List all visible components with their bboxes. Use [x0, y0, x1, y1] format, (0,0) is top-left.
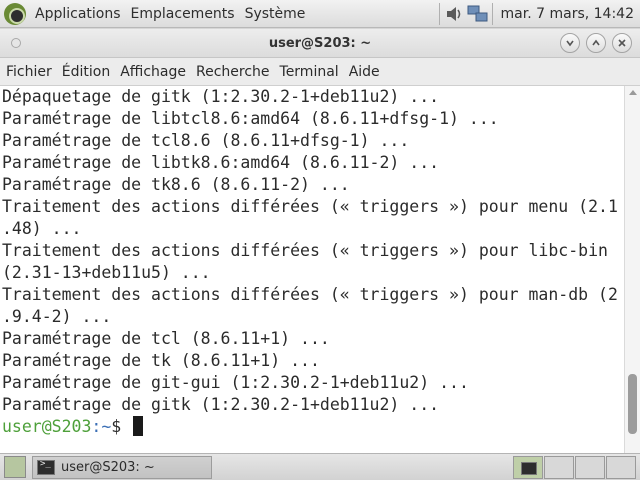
terminal-line: Paramétrage de tcl8.6 (8.6.11+dfsg-1) ..…: [2, 131, 410, 150]
tray-separator: [491, 2, 493, 25]
scrollbar-thumb[interactable]: [628, 374, 637, 434]
prompt-user: user@S203: [2, 417, 92, 436]
close-icon: [618, 39, 626, 47]
system-tray: mar. 7 mars, 14:42: [437, 0, 640, 28]
terminal-line: Traitement des actions différées (« trig…: [2, 285, 618, 304]
terminal-scrollbar[interactable]: [624, 86, 640, 453]
network-icon[interactable]: [466, 2, 490, 26]
terminal-line: .9.4-2) ...: [2, 307, 112, 326]
menu-applications[interactable]: Applications: [30, 6, 126, 22]
terminal-line: Paramétrage de git-gui (1:2.30.2-1+deb11…: [2, 373, 469, 392]
taskbar-item-terminal[interactable]: user@S203: ~: [32, 455, 212, 479]
terminal-line: .48) ...: [2, 219, 82, 238]
clock[interactable]: mar. 7 mars, 14:42: [495, 6, 640, 22]
menu-emplacements[interactable]: Emplacements: [126, 6, 240, 22]
applications-logo-icon[interactable]: [4, 2, 26, 25]
terminal-line: (2.31-13+deb11u5) ...: [2, 263, 211, 282]
menu-systeme[interactable]: Système: [240, 6, 311, 22]
chevron-up-icon: [592, 39, 600, 46]
menu-recherche[interactable]: Recherche: [191, 64, 275, 80]
maximize-button[interactable]: [586, 33, 606, 53]
bottom-panel: user@S203: ~: [0, 453, 640, 480]
terminal-window: user@S203: ~ Fichier Édition Affichage R…: [0, 29, 640, 453]
taskbar-item-label: user@S203: ~: [61, 459, 155, 475]
terminal-output[interactable]: Dépaquetage de gitk (1:2.30.2-1+deb11u2)…: [0, 86, 624, 453]
volume-icon[interactable]: [442, 2, 466, 26]
window-titlebar[interactable]: user@S203: ~: [0, 29, 640, 58]
text-cursor: [133, 416, 144, 436]
menu-fichier[interactable]: Fichier: [1, 64, 57, 80]
terminal-line: Paramétrage de tk8.6 (8.6.11-2) ...: [2, 175, 350, 194]
workspace-3[interactable]: [575, 455, 605, 479]
window-controls: [560, 33, 632, 53]
terminal-line: Traitement des actions différées (« trig…: [2, 197, 618, 216]
window-menubar: Fichier Édition Affichage Recherche Term…: [0, 58, 640, 86]
close-button[interactable]: [612, 33, 632, 53]
menu-affichage[interactable]: Affichage: [115, 64, 191, 80]
minimize-button[interactable]: [560, 33, 580, 53]
menu-edition[interactable]: Édition: [57, 64, 115, 80]
workspace-4[interactable]: [606, 455, 636, 479]
chevron-down-icon: [566, 40, 574, 47]
tray-separator: [438, 2, 440, 25]
prompt-symbol: $: [111, 417, 132, 436]
menu-aide[interactable]: Aide: [344, 64, 385, 80]
terminal-line: Paramétrage de gitk (1:2.30.2-1+deb11u2)…: [2, 395, 440, 414]
window-title: user@S203: ~: [268, 35, 372, 51]
terminal-line: Dépaquetage de gitk (1:2.30.2-1+deb11u2)…: [2, 87, 440, 106]
terminal-icon: [37, 459, 55, 475]
workspace-2[interactable]: [544, 455, 574, 479]
terminal-line: Paramétrage de libtcl8.6:amd64 (8.6.11+d…: [2, 109, 499, 128]
terminal-line: Traitement des actions différées (« trig…: [2, 241, 608, 260]
terminal-line: Paramétrage de tk (8.6.11+1) ...: [2, 351, 320, 370]
show-desktop-icon[interactable]: [4, 456, 26, 478]
workspace-1[interactable]: [513, 455, 543, 479]
terminal-line: Paramétrage de libtk8.6:amd64 (8.6.11-2)…: [2, 153, 440, 172]
workspace-switcher: [512, 455, 636, 479]
menu-terminal[interactable]: Terminal: [275, 64, 344, 80]
scroll-up-icon[interactable]: [629, 90, 637, 95]
terminal-prompt[interactable]: user@S203:~$: [0, 416, 624, 438]
top-panel: Applications Emplacements Système mar. 7…: [0, 0, 640, 28]
prompt-path: :~: [91, 417, 112, 436]
terminal-line: Paramétrage de tcl (8.6.11+1) ...: [2, 329, 330, 348]
